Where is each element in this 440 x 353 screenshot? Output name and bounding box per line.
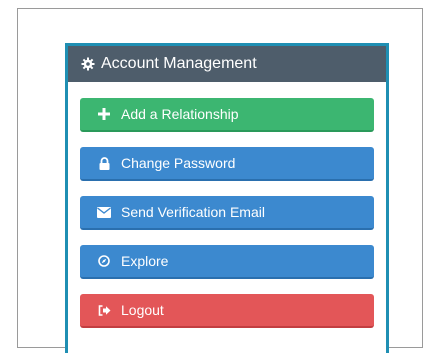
add-relationship-button[interactable]: Add a Relationship: [80, 98, 374, 132]
compass-icon: [97, 254, 111, 268]
panel-header: Account Management: [68, 46, 386, 82]
lock-icon: [97, 156, 111, 170]
explore-button[interactable]: Explore: [80, 245, 374, 279]
logout-button[interactable]: Logout: [80, 294, 374, 328]
change-password-button[interactable]: Change Password: [80, 147, 374, 181]
panel-title: Account Management: [101, 55, 257, 72]
add-relationship-label: Add a Relationship: [121, 106, 239, 122]
send-verification-email-label: Send Verification Email: [121, 204, 265, 220]
account-management-panel: Account Management Add a Relationship Ch…: [65, 43, 389, 353]
logout-icon: [97, 303, 111, 317]
send-verification-email-button[interactable]: Send Verification Email: [80, 196, 374, 230]
explore-label: Explore: [121, 253, 169, 269]
plus-icon: [97, 107, 111, 121]
change-password-label: Change Password: [121, 155, 236, 171]
logout-label: Logout: [121, 302, 164, 318]
envelope-icon: [97, 205, 111, 219]
gear-icon: [81, 57, 95, 71]
